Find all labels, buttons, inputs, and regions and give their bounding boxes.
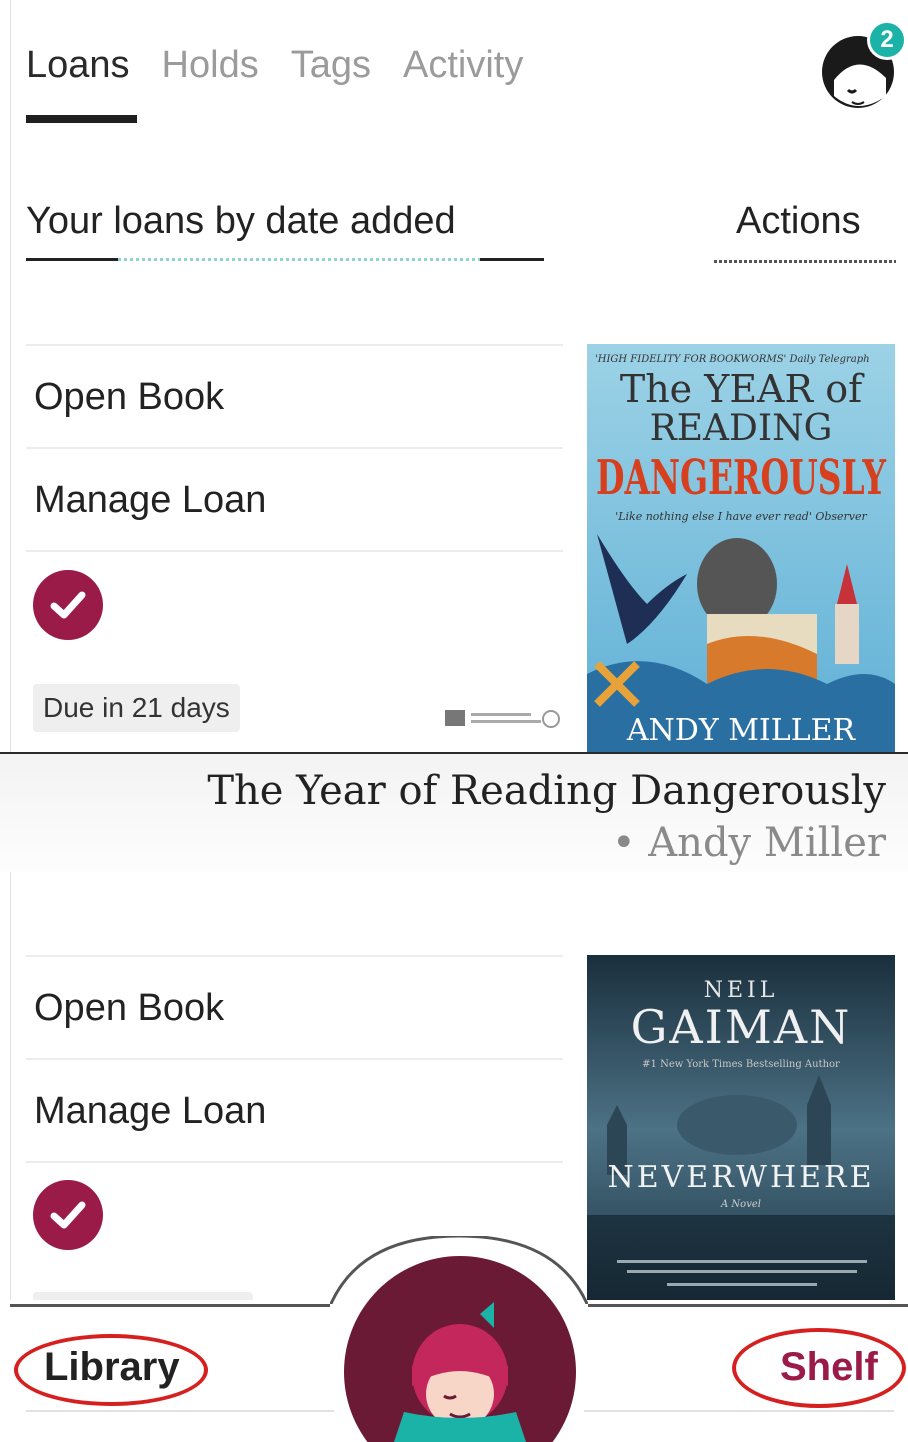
active-tab-indicator <box>26 115 137 123</box>
cover-author: ANDY MILLER <box>626 713 857 748</box>
book-cover-year-of-reading[interactable]: 'HIGH FIDELITY FOR BOOKWORMS' Daily Tele… <box>587 344 895 753</box>
notification-badge: 2 <box>867 20 907 60</box>
downloaded-check-icon[interactable] <box>33 1180 103 1250</box>
tab-loans[interactable]: Loans <box>26 44 130 87</box>
libby-logo-button[interactable] <box>344 1256 576 1442</box>
cover-author-last: GAIMAN <box>631 1000 852 1054</box>
tab-tags[interactable]: Tags <box>291 44 371 87</box>
book-cover-neverwhere[interactable]: NEIL GAIMAN #1 New York Times Bestsellin… <box>587 955 895 1305</box>
tab-holds[interactable]: Holds <box>162 44 259 87</box>
open-book-button[interactable]: Open Book <box>26 955 563 1058</box>
cover-line2: READING <box>650 408 833 449</box>
left-edge-divider <box>10 0 11 1442</box>
open-book-button[interactable]: Open Book <box>26 344 563 447</box>
sort-underline-dots <box>118 258 480 261</box>
publisher-logo-icon <box>445 708 563 730</box>
sort-selector[interactable]: Your loans by date added <box>26 200 544 243</box>
book-title[interactable]: The Year of Reading Dangerously <box>207 768 886 814</box>
manage-loan-button[interactable]: Manage Loan <box>26 1058 563 1161</box>
cover-subtitle: A Novel <box>720 1199 761 1210</box>
annotation-circle-library <box>14 1334 208 1406</box>
libby-character-icon <box>394 1302 526 1442</box>
annotation-circle-shelf <box>732 1328 906 1408</box>
cover-quote2: 'Like nothing else I have ever read' Obs… <box>615 510 867 523</box>
row-divider <box>26 550 563 560</box>
cover-title: NEVERWHERE <box>607 1160 874 1195</box>
loan-title-band: The Year of Reading Dangerously • Andy M… <box>0 752 908 872</box>
cover-line1: The YEAR of <box>620 367 865 411</box>
manage-loan-button[interactable]: Manage Loan <box>26 447 563 550</box>
due-badge: Due in 21 days <box>33 684 240 732</box>
cover-line3: DANGEROUSLY <box>596 450 886 506</box>
library-underline <box>26 1410 334 1412</box>
cover-quote: 'HIGH FIDELITY FOR BOOKWORMS' Daily Tele… <box>595 354 870 365</box>
actions-underline <box>714 260 896 263</box>
shelf-underline <box>584 1410 894 1412</box>
downloaded-check-icon[interactable] <box>33 570 103 640</box>
actions-button[interactable]: Actions <box>736 200 861 243</box>
tab-activity[interactable]: Activity <box>403 44 523 87</box>
cover-tagline: #1 New York Times Bestselling Author <box>642 1059 840 1070</box>
row-divider <box>26 1161 563 1171</box>
tab-bar: Loans Holds Tags Activity <box>26 44 523 87</box>
book-author[interactable]: • Andy Miller <box>612 820 886 866</box>
